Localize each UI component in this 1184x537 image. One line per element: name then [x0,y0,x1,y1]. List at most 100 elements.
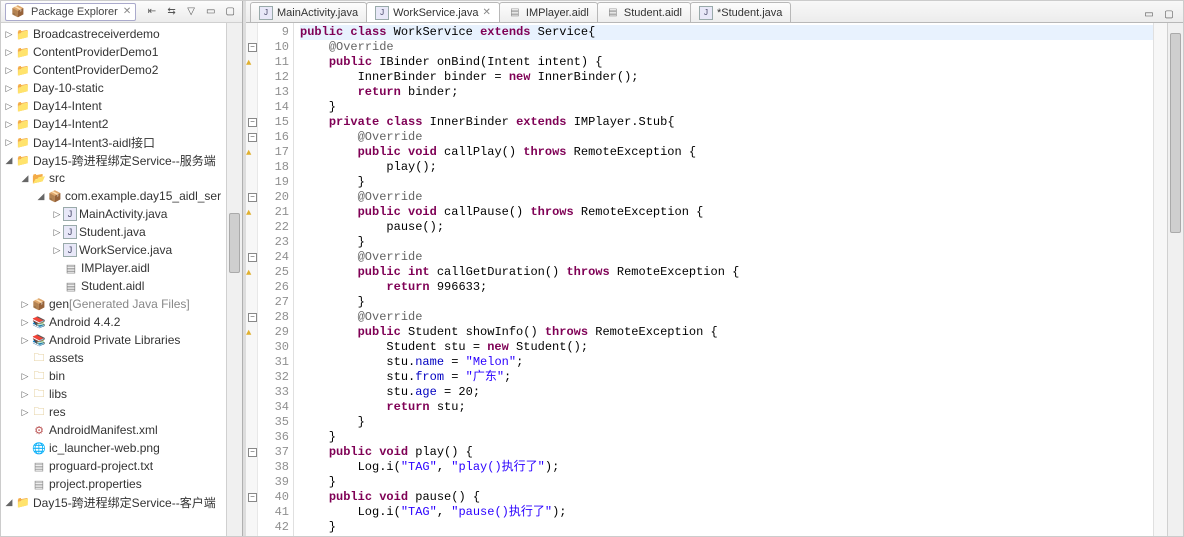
tree-item[interactable]: ▷🗀bin [3,367,226,385]
code-line[interactable]: Log.i("TAG", "pause()执行了"); [300,505,1153,520]
code-line[interactable]: @Override [300,250,1153,265]
expand-icon[interactable]: ▷ [3,101,15,112]
expand-icon[interactable]: ▷ [3,65,15,76]
expand-icon[interactable]: ▷ [51,245,63,256]
maximize-icon[interactable]: ▢ [222,4,238,20]
warning-icon[interactable] [246,57,256,67]
expand-icon[interactable]: ▷ [19,299,31,310]
fold-icon[interactable]: − [248,43,257,52]
tree-item[interactable]: ▷📁ContentProviderDemo1 [3,43,226,61]
line-number[interactable]: 38 [258,460,289,475]
fold-icon[interactable]: − [248,313,257,322]
expand-icon[interactable]: ▷ [3,137,15,148]
editor-maximize-icon[interactable]: ▢ [1161,6,1177,22]
expand-icon[interactable]: ▷ [19,335,31,346]
code-line[interactable]: stu.name = "Melon"; [300,355,1153,370]
tree-item[interactable]: ◢📁Day15-跨进程绑定Service--服务端 [3,151,226,169]
overview-ruler[interactable] [1153,23,1167,536]
project-tree[interactable]: ▷📁Broadcastreceiverdemo▷📁ContentProvider… [1,23,226,536]
code-line[interactable]: public void callPlay() throws RemoteExce… [300,145,1153,160]
tree-item[interactable]: ▷📁Broadcastreceiverdemo [3,25,226,43]
code-line[interactable]: } [300,415,1153,430]
line-number[interactable]: 19 [258,175,289,190]
expand-icon[interactable]: ◢ [3,155,15,166]
line-number[interactable]: 40− [258,490,289,505]
expand-icon[interactable]: ◢ [19,173,31,184]
code-line[interactable]: @Override [300,40,1153,55]
line-number[interactable]: 17 [258,145,289,160]
expand-icon[interactable]: ▷ [19,371,31,382]
code-line[interactable]: public void pause() { [300,490,1153,505]
tree-item[interactable]: 🌐ic_launcher-web.png [3,439,226,457]
tree-item[interactable]: ▷📚Android Private Libraries [3,331,226,349]
expand-icon[interactable]: ◢ [3,497,15,508]
tree-item[interactable]: ▷🗀res [3,403,226,421]
code-line[interactable]: @Override [300,190,1153,205]
expand-icon[interactable]: ▷ [3,83,15,94]
tree-item[interactable]: ▷🗀libs [3,385,226,403]
line-number[interactable]: 41 [258,505,289,520]
tree-item[interactable]: ▷📦gen [Generated Java Files] [3,295,226,313]
tree-item[interactable]: ▤IMPlayer.aidl [3,259,226,277]
editor-vertical-scrollbar[interactable] [1167,23,1183,536]
line-number[interactable]: 15− [258,115,289,130]
editor-tab[interactable]: JMainActivity.java [250,2,367,22]
line-number[interactable]: 37− [258,445,289,460]
tree-item[interactable]: ◢📁Day15-跨进程绑定Service--客户端 [3,493,226,511]
code-line[interactable]: } [300,520,1153,535]
code-line[interactable]: return 996633; [300,280,1153,295]
line-number[interactable]: 9 [258,25,289,40]
fold-icon[interactable]: − [248,133,257,142]
line-number[interactable]: 34 [258,400,289,415]
code-line[interactable]: } [300,475,1153,490]
line-number[interactable]: 28− [258,310,289,325]
tree-item[interactable]: ◢📂src [3,169,226,187]
fold-icon[interactable]: − [248,253,257,262]
warning-icon[interactable] [246,207,256,217]
line-number[interactable]: 10− [258,40,289,55]
line-number[interactable]: 22 [258,220,289,235]
line-number[interactable]: 42 [258,520,289,535]
code-line[interactable]: public Student showInfo() throws RemoteE… [300,325,1153,340]
scrollbar-thumb[interactable] [1170,33,1181,233]
tree-item[interactable]: ▷JMainActivity.java [3,205,226,223]
code-line[interactable]: return stu; [300,400,1153,415]
line-number[interactable]: 30 [258,340,289,355]
tree-item[interactable]: ▷JWorkService.java [3,241,226,259]
line-number[interactable]: 18 [258,160,289,175]
warning-icon[interactable] [246,147,256,157]
editor-minimize-icon[interactable]: ▭ [1141,6,1157,22]
expand-icon[interactable]: ◢ [35,191,47,202]
expand-icon[interactable]: ▷ [19,317,31,328]
line-number[interactable]: 13 [258,85,289,100]
code-line[interactable]: InnerBinder binder = new InnerBinder(); [300,70,1153,85]
code-line[interactable]: Student stu = new Student(); [300,340,1153,355]
code-line[interactable]: @Override [300,310,1153,325]
collapse-all-icon[interactable]: ⇤ [144,4,160,20]
code-line[interactable]: public void callPause() throws RemoteExc… [300,205,1153,220]
code-line[interactable]: return binder; [300,85,1153,100]
expand-icon[interactable]: ▷ [3,47,15,58]
line-number[interactable]: 24− [258,250,289,265]
expand-icon[interactable]: ▷ [51,227,63,238]
editor-tab[interactable]: ▤IMPlayer.aidl [499,2,598,22]
expand-icon[interactable]: ▷ [3,119,15,130]
line-number[interactable]: 31 [258,355,289,370]
tree-item[interactable]: ▷📁Day14-Intent [3,97,226,115]
scrollbar-thumb[interactable] [229,213,240,273]
line-number[interactable]: 14 [258,100,289,115]
code-line[interactable]: } [300,235,1153,250]
line-number[interactable]: 26 [258,280,289,295]
minimize-icon[interactable]: ▭ [203,4,219,20]
code-content[interactable]: public class WorkService extends Service… [294,23,1153,536]
code-line[interactable]: public IBinder onBind(Intent intent) { [300,55,1153,70]
line-number[interactable]: 16− [258,130,289,145]
line-number[interactable]: 12 [258,70,289,85]
close-icon[interactable]: ✕ [483,7,491,18]
fold-icon[interactable]: − [248,193,257,202]
line-number[interactable]: 11 [258,55,289,70]
package-explorer-tab[interactable]: 📦 Package Explorer ✕ [5,3,136,21]
tree-item[interactable]: ▷📚Android 4.4.2 [3,313,226,331]
line-number[interactable]: 29 [258,325,289,340]
editor-tab[interactable]: J*Student.java [690,2,791,22]
